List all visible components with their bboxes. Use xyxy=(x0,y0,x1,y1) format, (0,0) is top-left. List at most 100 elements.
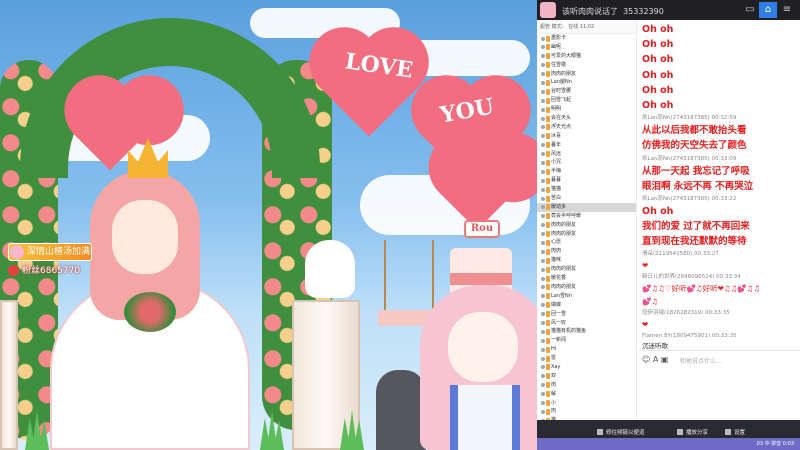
viewer-row[interactable]: 猫猫有机的猫鱼 xyxy=(537,327,636,336)
rank-badge-icon xyxy=(546,106,550,113)
rank-badge-icon xyxy=(546,71,550,78)
status-dot-icon xyxy=(541,347,545,352)
viewer-row[interactable]: 解 xyxy=(537,390,636,399)
viewer-name: 肉肉的朋友 xyxy=(551,221,577,228)
viewer-name: 暮暮 xyxy=(551,177,562,184)
stream-video[interactable]: LOVE YOU Rou 深情山楂汤加满满 粉丝6865770 xyxy=(0,0,537,450)
viewer-row[interactable]: 一新闻 xyxy=(537,336,636,345)
status-dot-icon xyxy=(541,356,545,361)
viewer-row[interactable]: Lan雪Nn xyxy=(537,292,636,301)
viewer-row[interactable]: 肉 xyxy=(537,381,636,390)
room-avatar[interactable] xyxy=(540,2,556,18)
rank-badge-icon xyxy=(546,124,550,131)
chat-log[interactable]: Oh oh Oh oh Oh oh Oh oh Oh oh Oh oh 凯Lan蕊Nn(2… xyxy=(638,20,800,350)
viewer-row[interactable]: 暖花香 xyxy=(537,274,636,283)
rank-badge-icon xyxy=(546,97,550,104)
viewer-name: 可爱的大眼猫 xyxy=(551,52,582,59)
viewer-row[interactable]: 瑚蝶 xyxy=(537,301,636,310)
streamer-badge[interactable]: 深情山楂汤加满满 xyxy=(8,243,92,261)
screen-icon[interactable]: ▭ xyxy=(741,2,759,18)
viewer-name: 冰喜 xyxy=(551,132,562,139)
viewer-row[interactable]: 肉肉的朋友 xyxy=(537,70,636,79)
status-dot-icon xyxy=(541,321,545,325)
rank-badge-icon xyxy=(546,204,550,211)
viewer-row[interactable]: 肉肉的朋友 xyxy=(537,283,636,292)
viewer-row[interactable]: Hi xyxy=(537,345,636,354)
viewer-row[interactable]: 幽呢 xyxy=(537,43,636,52)
bride-face xyxy=(112,200,178,274)
viewer-row[interactable]: 暖动多 xyxy=(537,202,636,212)
status-dot-icon xyxy=(541,196,545,201)
font-icon[interactable]: A xyxy=(653,355,658,364)
viewer-row[interactable]: 谷时雪腰 xyxy=(537,87,636,96)
viewer-row[interactable]: 双 xyxy=(537,372,636,381)
viewer-row[interactable]: 苦白 xyxy=(537,194,636,203)
bottom-item-link[interactable]: 修往频链以便道 xyxy=(597,428,645,436)
viewer-row[interactable]: 肉肉 xyxy=(537,247,636,256)
viewer-row[interactable]: 心愿 xyxy=(537,238,636,247)
viewer-row[interactable]: 冰喜 xyxy=(537,132,636,141)
status-dot-icon xyxy=(541,312,545,317)
status-dot-icon xyxy=(541,392,545,397)
viewer-name: 解 xyxy=(551,390,557,397)
viewer-name: 小 xyxy=(551,399,557,406)
viewer-row[interactable]: 暮暮 xyxy=(537,176,636,185)
rank-badge-icon xyxy=(546,346,550,353)
viewer-row[interactable]: 可爱的大眼猫 xyxy=(537,52,636,61)
viewer-row[interactable]: 回一雪 xyxy=(537,310,636,319)
rank-badge-icon xyxy=(546,275,550,282)
heart-icon: ❤ xyxy=(642,261,649,271)
rank-badge-icon xyxy=(546,257,550,264)
viewer-name: 风一叹 xyxy=(551,319,567,326)
viewer-row[interactable]: Xay xyxy=(537,363,636,372)
viewer-row[interactable]: 肉 xyxy=(537,407,636,416)
viewer-name: 肉肉的朋友 xyxy=(551,283,577,290)
viewer-row[interactable]: 半梅 xyxy=(537,167,636,176)
menu-icon[interactable]: ≡ xyxy=(778,2,796,18)
status-dot-icon xyxy=(541,249,545,254)
viewer-name: 风远 xyxy=(551,150,562,157)
viewer-name: 猫咪 xyxy=(551,257,562,264)
viewer-row[interactable]: 肉肉的朋友 xyxy=(537,221,636,230)
viewer-row[interactable]: 肉肉的朋友 xyxy=(537,230,636,239)
image-icon[interactable]: ▣ xyxy=(661,355,669,364)
viewer-row[interactable]: 浮天光点 xyxy=(537,123,636,132)
viewer-row[interactable]: 暮年 xyxy=(537,141,636,150)
status-dot-icon xyxy=(541,45,545,50)
status-dot-icon xyxy=(541,80,545,85)
viewer-row[interactable]: 重影卡 xyxy=(537,34,636,43)
viewer-row[interactable]: 明明 xyxy=(537,105,636,114)
status-dot-icon xyxy=(541,169,545,174)
status-dot-icon xyxy=(541,383,545,388)
rank-badge-icon xyxy=(546,53,550,60)
viewer-row[interactable]: Lan腿Nn xyxy=(537,78,636,87)
viewer-list-header: 超管 模式： 在线 11:02 xyxy=(537,20,636,34)
viewer-list[interactable]: 超管 模式： 在线 11:02 重影卡 幽呢 可爱的大眼猫 住雪楼 肉肉的朋友 Lan腿N… xyxy=(537,20,637,440)
viewer-name: 竟会半呼呼暖 xyxy=(551,212,582,219)
viewer-row[interactable]: 小咒 xyxy=(537,158,636,167)
viewer-row[interactable]: 猫猫 xyxy=(537,185,636,194)
chat-lines-top: Oh oh Oh oh Oh oh Oh oh Oh oh Oh oh xyxy=(642,22,796,113)
bottom-item-share[interactable]: 播放分享 xyxy=(677,428,708,436)
viewer-row[interactable]: 猫咪 xyxy=(537,256,636,265)
rank-badge-icon xyxy=(546,44,550,51)
emoji-icon[interactable]: ☺ xyxy=(642,355,650,364)
status-dot-icon xyxy=(541,365,545,370)
viewer-row[interactable]: 风一叹 xyxy=(537,319,636,328)
viewer-row[interactable]: 会在天头 xyxy=(537,114,636,123)
viewer-row[interactable]: 竟会半呼呼暖 xyxy=(537,212,636,221)
status-dot-icon xyxy=(541,63,545,68)
viewer-row[interactable]: 回雪飞起 xyxy=(537,96,636,105)
viewer-row[interactable]: 风远 xyxy=(537,150,636,159)
rank-badge-icon xyxy=(546,79,550,86)
home-icon[interactable]: ⌂ xyxy=(759,2,777,18)
chat-line: Oh oh xyxy=(642,24,674,35)
bottom-item-settings[interactable]: 设置 xyxy=(725,428,745,436)
viewer-row[interactable]: 肉肉的朋友 xyxy=(537,265,636,274)
viewer-row[interactable]: 雷 xyxy=(537,354,636,363)
viewer-row[interactable]: 住雪楼 xyxy=(537,61,636,70)
bunny xyxy=(305,240,355,298)
rank-badge-icon xyxy=(546,364,550,371)
viewer-row[interactable]: 小 xyxy=(537,399,636,408)
rank-badge-icon xyxy=(546,328,550,335)
